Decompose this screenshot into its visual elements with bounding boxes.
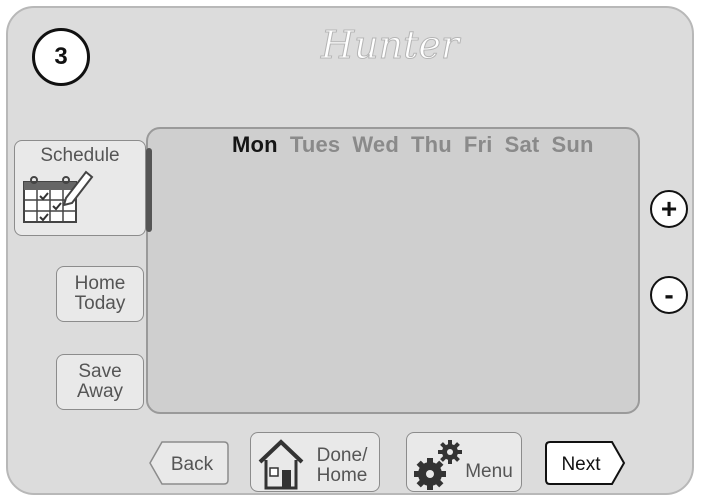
day-fri[interactable]: Fri <box>464 132 493 158</box>
calendar-pencil-icon <box>23 170 94 223</box>
schedule-active-indicator <box>146 148 152 232</box>
save-away-label-line1: Save <box>78 361 122 382</box>
minus-button[interactable]: - <box>650 276 688 314</box>
svg-text:Next: Next <box>561 454 601 475</box>
day-selector: Mon Tues Wed Thu Fri Sat Sun <box>232 132 594 158</box>
home-today-button[interactable]: Home Today <box>56 266 144 322</box>
save-away-button[interactable]: Save Away <box>56 354 144 410</box>
done-home-label-line2: Home <box>316 465 368 486</box>
day-sun[interactable]: Sun <box>551 132 593 158</box>
schedule-button[interactable]: Schedule <box>14 140 146 236</box>
svg-text:Hunter: Hunter <box>320 23 462 67</box>
day-tues[interactable]: Tues <box>290 132 341 158</box>
house-icon <box>258 439 304 490</box>
done-home-label: Done/ Home <box>306 446 378 486</box>
day-sat[interactable]: Sat <box>505 132 540 158</box>
step-number-badge: 3 <box>32 28 90 86</box>
back-button[interactable]: Back <box>148 440 230 486</box>
next-button[interactable]: Next <box>544 440 626 486</box>
hunter-logo: Hunter <box>319 23 462 68</box>
plus-button[interactable]: + <box>650 190 688 228</box>
svg-text:Back: Back <box>171 454 214 475</box>
save-away-label-line2: Away <box>76 381 124 402</box>
gears-icon <box>414 440 462 490</box>
day-thu[interactable]: Thu <box>411 132 452 158</box>
home-today-label-line2: Today <box>74 293 126 314</box>
menu-label: Menu <box>465 461 513 482</box>
schedule-label: Schedule <box>40 145 120 166</box>
day-mon[interactable]: Mon <box>232 132 278 158</box>
lcd-screen <box>146 127 640 414</box>
done-home-label-line1: Done/ <box>316 445 368 466</box>
home-today-label-line1: Home <box>74 273 126 294</box>
day-wed[interactable]: Wed <box>352 132 399 158</box>
